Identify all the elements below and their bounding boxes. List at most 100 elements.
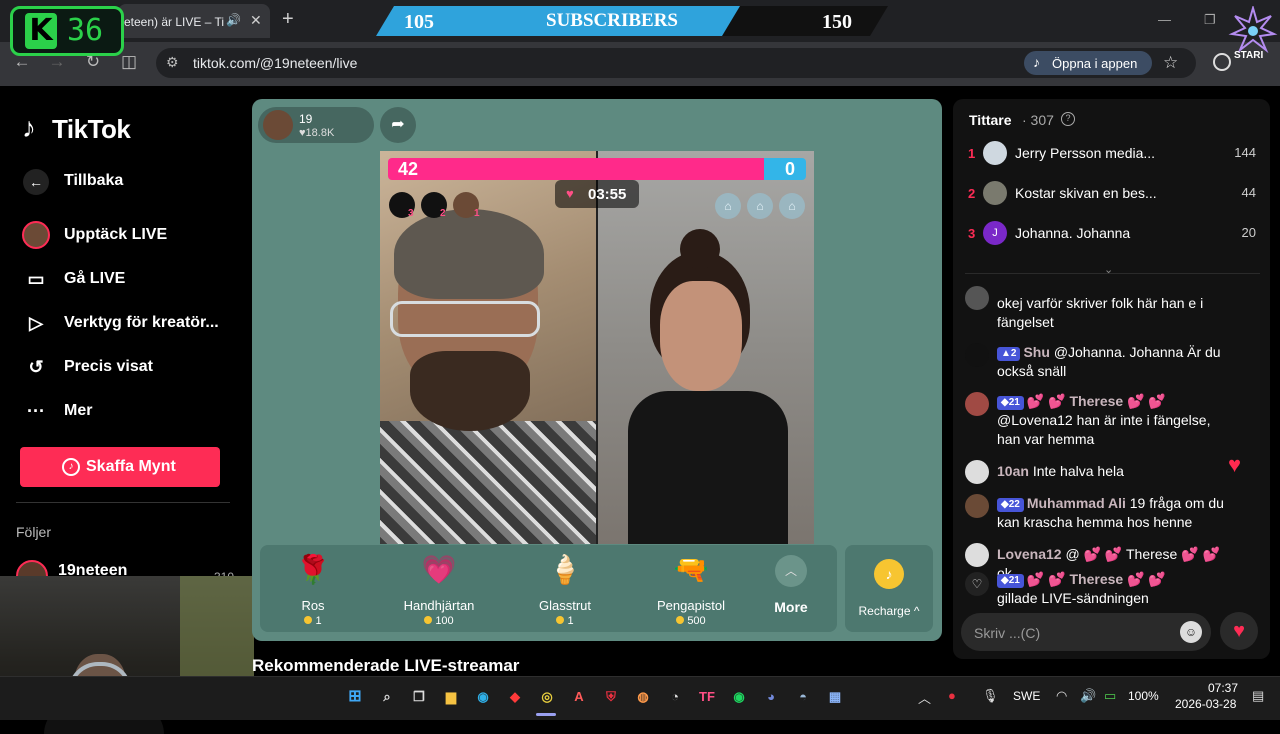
gift-handhjartan[interactable]: 💗 Handhjärtan 100 [384,552,494,627]
kick-count: 36 [67,13,104,48]
notification-icon[interactable]: ▤ [1252,688,1264,704]
app-a-icon[interactable]: A [568,686,590,708]
app-red-icon[interactable]: ◆ [504,686,526,708]
minimize-icon[interactable]: — [1158,12,1171,27]
level-badge: ◆21 [997,574,1024,588]
coin-icon [304,616,313,624]
more-gifts-button[interactable]: ︿ More [768,555,814,615]
host-likes: ♥18.8K [299,127,334,139]
emoji-icon[interactable]: ☺ [1180,621,1202,643]
battery-icon[interactable]: ▭ [1104,688,1116,704]
close-tab-icon[interactable]: ✕ [250,12,262,29]
chrome-icon[interactable]: ◎ [536,686,558,708]
help-icon[interactable]: ? [1061,112,1075,126]
viewer-score: 144 [1234,145,1256,160]
video-divider [596,151,598,544]
get-coins-button[interactable]: ♪ Skaffa Mynt [20,447,220,487]
gift-glasstrut[interactable]: 🍦 Glasstrut 1 [510,552,620,627]
gift-price-value: 1 [567,615,574,627]
windows-start-icon[interactable]: ⊞ [344,686,366,708]
gift-ros[interactable]: 🌹 Ros 1 [258,552,368,627]
tray-app-icon[interactable]: ● [948,688,956,703]
calculator-icon[interactable]: ▦ [824,686,846,708]
chevron-up-icon: ︿ [775,555,807,587]
subscriber-goal-bar: 105 SUBSCRIBERS 150 [376,6,888,36]
chat-message: ♡ ◆21 💕 💕 Therese 💕 💕 gillade LIVE-sändni… [965,570,1235,610]
discord-icon[interactable]: ◕ [760,686,782,708]
viewer-name: Kostar skivan en bes... [1015,185,1157,201]
tiktok-logo[interactable]: TikTok [52,114,131,145]
sidebar-item-label: Mer [64,402,93,419]
expand-viewers-icon[interactable]: ⌄ [1104,263,1113,276]
chat-avatar [965,543,989,567]
new-tab-icon[interactable]: + [282,8,294,31]
video-beanie [394,209,544,299]
stari-logo-text: STARI [1234,50,1264,61]
gift-price-value: 500 [687,615,706,627]
chat-username[interactable]: Shu [1023,344,1049,360]
money-gun-icon: 🔫 [673,554,709,585]
viewer-row[interactable]: 2 Kostar skivan en bes... 44 [965,179,1260,209]
task-view-icon[interactable]: ❐ [408,686,430,708]
spotify-icon[interactable]: ◉ [728,686,750,708]
bookmark-star-icon[interactable]: ☆ [1163,53,1178,73]
chat-username[interactable]: Therese [1069,393,1123,409]
app-orange-icon[interactable]: ◍ [632,686,654,708]
app-tf-icon[interactable]: TF [696,686,718,708]
chat-username[interactable]: Muhammad Ali [1027,495,1126,511]
video-top [628,391,788,544]
steam-icon[interactable]: ◓ [792,686,814,708]
tray-chevron-icon[interactable]: ︿ [918,688,931,707]
edge-icon[interactable]: ◉ [472,686,494,708]
language-indicator[interactable]: SWE [1013,689,1040,703]
gift-price: 500 [636,615,746,627]
open-in-app-button[interactable]: ♪ Öppna i appen [1024,51,1152,75]
gift-name: Handhjärtan [403,598,475,613]
chat-username[interactable]: Therese [1069,571,1123,587]
heart-hands-icon: 💗 [421,554,457,585]
file-explorer-icon[interactable]: ▆ [440,686,462,708]
chat-avatar: ♡ [965,572,989,596]
maximize-icon[interactable]: ❐ [1204,12,1216,28]
split-view-icon[interactable]: ◫ [118,52,140,72]
rank-number: 2 [440,208,446,219]
gift-price-value: 1 [315,615,322,627]
chat-avatar [965,392,989,416]
subscriber-current: 105 [404,11,434,33]
microphone-icon[interactable]: 🎙 [982,688,999,704]
share-button[interactable]: ➦ [380,107,416,143]
chat-input[interactable]: Skriv ...(C) [961,613,1211,651]
chat-username[interactable]: 10an [997,463,1029,479]
site-info-icon[interactable]: ⚙ [166,54,179,71]
floating-heart-icon: ♥ [1228,452,1242,477]
obs-icon[interactable]: ◔ [664,686,686,708]
chat-text: okej varför skriver folk här han e i fän… [997,295,1204,330]
tiktok-logo-icon[interactable]: ♪ [22,112,36,144]
clock-date[interactable]: 2026-03-28 [1175,697,1236,711]
clock-time[interactable]: 07:37 [1208,681,1238,695]
rank-number: 3 [408,208,414,219]
seat-icon[interactable]: ⌂ [715,193,741,219]
rank-number: 1 [474,208,480,219]
host-avatar[interactable] [263,110,293,140]
search-icon[interactable]: ⌕ [376,686,398,708]
coin-icon: ♪ [874,559,904,589]
browser-tab[interactable]: eteen) är LIVE – TikTok 🔊 ✕ [118,4,270,38]
shield-icon[interactable]: ⛨ [600,686,622,708]
gift-pengapistol[interactable]: 🔫 Pengapistol 500 [636,552,746,627]
viewers-title: Tittare [969,112,1012,128]
volume-icon[interactable]: 🔊 [1080,688,1096,704]
wifi-icon[interactable]: ◠ [1056,688,1067,704]
video-shirt [380,421,596,544]
history-icon: ↺ [28,357,44,377]
chat-username[interactable]: Lovena12 [997,546,1062,562]
viewer-rank: 2 [968,186,976,201]
recharge-button[interactable]: ♪ Recharge ^ [845,545,933,632]
get-coins-label: Skaffa Mynt [86,458,176,475]
seat-icon[interactable]: ⌂ [779,193,805,219]
seat-icon[interactable]: ⌂ [747,193,773,219]
viewer-row[interactable]: 1 Jerry Persson media... 144 [965,139,1260,169]
like-heart-button[interactable]: ♥ [1220,612,1258,650]
speaker-icon[interactable]: 🔊 [226,13,241,27]
viewer-row[interactable]: 3 J Johanna. Johanna 20 [965,219,1260,249]
